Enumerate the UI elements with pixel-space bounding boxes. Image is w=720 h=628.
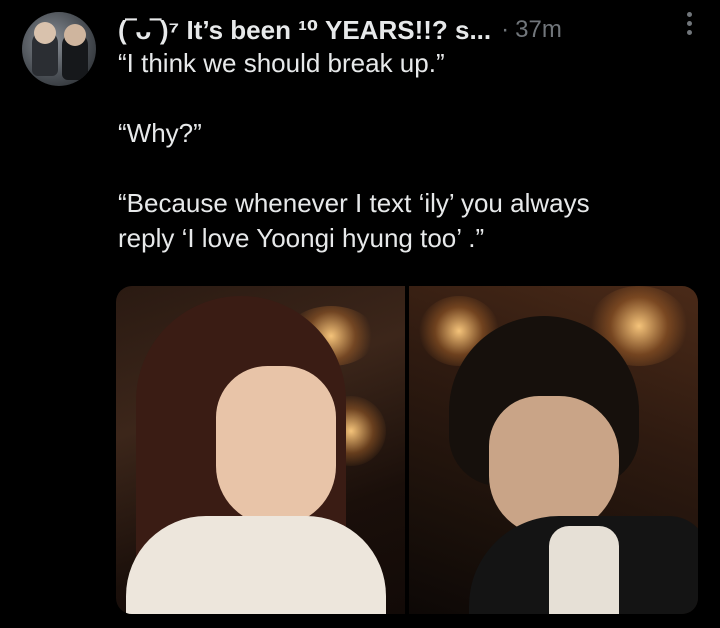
- media-image-left[interactable]: [116, 286, 405, 614]
- display-name[interactable]: (‾ᴗ‾)⁷ It’s been ¹⁰ YEARS!!? s...: [118, 15, 491, 46]
- tweet-line: “Because whenever I text ‘ily’ you alway…: [118, 188, 590, 218]
- timestamp[interactable]: 37m: [515, 16, 562, 44]
- more-vertical-icon[interactable]: [678, 8, 700, 48]
- tweet-line: “Why?”: [118, 118, 202, 148]
- tweet-line: “I think we should break up.”: [118, 48, 445, 78]
- avatar-person-left-head: [34, 22, 56, 44]
- tweet-line: reply ‘I love Yoongi hyung too’ .”: [118, 223, 485, 253]
- avatar-person-right-head: [64, 24, 86, 46]
- tweet-header: (‾ᴗ‾)⁷ It’s been ¹⁰ YEARS!!? s... · 37m: [118, 10, 700, 50]
- tweet-text: “I think we should break up.” “Why?” “Be…: [118, 46, 698, 256]
- separator: ·: [501, 16, 510, 43]
- avatar[interactable]: [22, 12, 96, 86]
- tweet-media[interactable]: [116, 286, 698, 614]
- media-image-right[interactable]: [409, 286, 698, 614]
